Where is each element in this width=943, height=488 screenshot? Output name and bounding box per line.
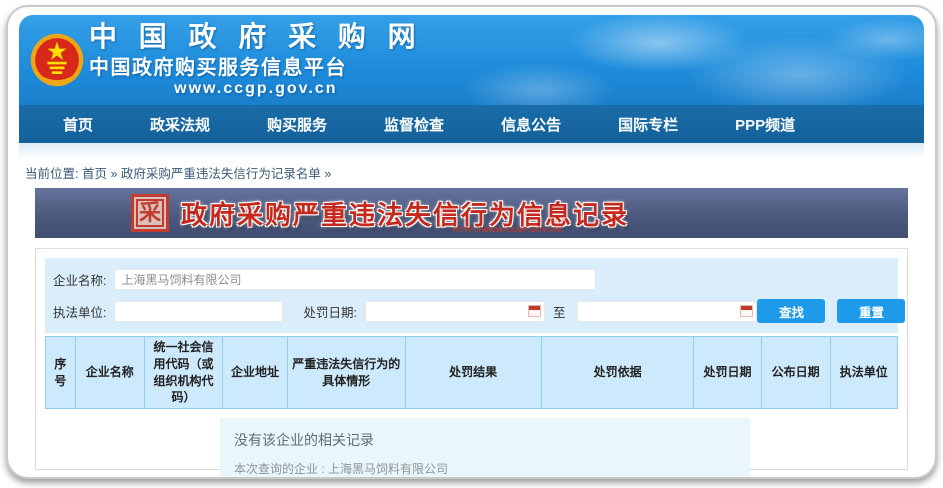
enforcement-agency-input[interactable]	[114, 301, 283, 322]
national-emblem-logo	[29, 32, 85, 88]
col-company-address: 企业地址	[223, 337, 288, 409]
breadcrumb: 当前位置: 首页 » 政府采购严重违法失信行为记录名单 »	[19, 159, 924, 188]
search-panel: 企业名称: 执法单位: 处罚日期: 至 查找 重置	[45, 258, 898, 333]
query-company-text: 本次查询的企业 : 上海黑马饲料有限公司	[234, 459, 740, 479]
col-penalty-result: 处罚结果	[405, 337, 541, 409]
penalty-date-from-wrap	[357, 301, 545, 322]
col-penalty-basis: 处罚依据	[541, 337, 694, 409]
search-button[interactable]: 查找	[757, 299, 825, 323]
company-name-input[interactable]	[114, 269, 596, 290]
col-credit-code: 统一社会信用代码（或组织机构代码）	[144, 337, 222, 409]
filters-row: 执法单位: 处罚日期: 至 查找 重置	[53, 299, 890, 323]
main-nav: 首页 政采法规 购买服务 监督检查 信息公告 国际专栏 PPP频道	[19, 105, 924, 143]
seal-icon: 采	[131, 194, 169, 232]
site-name: 中 国 政 府 采 购 网	[89, 22, 423, 51]
enforcement-agency-label: 执法单位:	[53, 302, 106, 321]
button-group: 查找 重置	[757, 299, 905, 323]
breadcrumb-separator: »	[110, 167, 117, 181]
reset-button[interactable]: 重置	[837, 299, 905, 323]
breadcrumb-prefix: 当前位置:	[25, 167, 78, 181]
nav-item-international-column[interactable]: 国际专栏	[618, 114, 678, 135]
col-company-name: 企业名称	[75, 337, 144, 409]
nav-item-policy-regulations[interactable]: 政采法规	[150, 114, 210, 135]
col-publish-date: 公布日期	[761, 337, 830, 409]
site-subtitle: 中国政府购买服务信息平台	[89, 51, 423, 80]
col-enforcement-agency: 执法单位	[830, 337, 897, 409]
penalty-date-to-input[interactable]	[577, 301, 757, 322]
site-header: 中 国 政 府 采 购 网 中国政府购买服务信息平台 www.ccgp.gov.…	[19, 15, 924, 105]
calendar-icon[interactable]	[740, 305, 753, 317]
browser-page-frame: 中 国 政 府 采 购 网 中国政府购买服务信息平台 www.ccgp.gov.…	[6, 5, 937, 479]
calendar-icon[interactable]	[528, 305, 541, 317]
nav-item-supervision-inspection[interactable]: 监督检查	[384, 114, 444, 135]
banner-url-text: HTTP://WWW.CCGP.GOV.CN/	[453, 227, 563, 234]
nav-item-purchase-services[interactable]: 购买服务	[267, 114, 327, 135]
breadcrumb-separator-2: »	[324, 167, 331, 181]
col-index: 序号	[46, 337, 76, 409]
results-table: 序号 企业名称 统一社会信用代码（或组织机构代码） 企业地址 严重违法失信行为的…	[45, 336, 898, 409]
nav-item-information-announcements[interactable]: 信息公告	[501, 114, 561, 135]
nav-item-home[interactable]: 首页	[63, 114, 93, 135]
content-box: 企业名称: 执法单位: 处罚日期: 至 查找 重置	[35, 248, 908, 470]
company-name-label: 企业名称:	[53, 270, 106, 289]
site-titles: 中 国 政 府 采 购 网 中国政府购买服务信息平台 www.ccgp.gov.…	[89, 22, 423, 98]
penalty-date-label: 处罚日期:	[303, 302, 356, 321]
breadcrumb-home-link[interactable]: 首页	[82, 167, 107, 181]
no-record-text: 没有该企业的相关记录	[234, 430, 740, 450]
nav-fade-strip	[19, 143, 924, 159]
penalty-date-from-input[interactable]	[365, 301, 545, 322]
seal-glyph: 采	[139, 202, 161, 224]
col-penalty-date: 处罚日期	[694, 337, 761, 409]
site-url: www.ccgp.gov.cn	[89, 80, 423, 98]
company-name-row: 企业名称:	[53, 267, 890, 291]
col-violation-details: 严重违法失信行为的具体情形	[287, 337, 405, 409]
date-range-separator: 至	[553, 302, 566, 321]
banner-title: 政府采购严重违法失信行为信息记录	[181, 195, 629, 232]
page-banner: 采 政府采购严重违法失信行为信息记录 HTTP://WWW.CCGP.GOV.C…	[35, 188, 908, 238]
breadcrumb-current-link[interactable]: 政府采购严重违法失信行为记录名单	[121, 167, 321, 181]
penalty-date-to-wrap	[569, 301, 757, 322]
nav-item-ppp-channel[interactable]: PPP频道	[735, 114, 795, 135]
result-message-panel: 没有该企业的相关记录 本次查询的企业 : 上海黑马饲料有限公司 本次查询的时间 …	[220, 418, 750, 479]
table-header-row: 序号 企业名称 统一社会信用代码（或组织机构代码） 企业地址 严重违法失信行为的…	[46, 337, 898, 409]
